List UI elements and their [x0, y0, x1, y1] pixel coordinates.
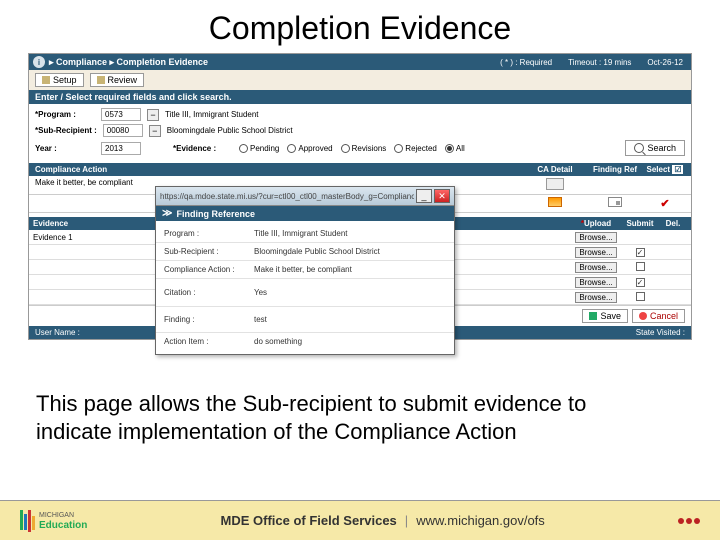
- popup-row-citation: Citation :Yes: [156, 279, 454, 307]
- finding-reference-popup: https://qa.mdoe.state.mi.us/?cur=ctl00_c…: [155, 186, 455, 355]
- breadcrumb-path: ▸ Compliance ▸ Completion Evidence: [49, 57, 496, 68]
- search-form: *Program : 0573 − Title III, Immigrant S…: [29, 104, 691, 163]
- program-label: *Program :: [35, 110, 95, 119]
- slide-caption: This page allows the Sub-recipient to su…: [36, 390, 660, 446]
- submit-checkbox[interactable]: [636, 278, 645, 287]
- close-button[interactable]: ✕: [434, 189, 450, 203]
- state-visited-label: State Visited :: [636, 328, 685, 337]
- popup-header: ≫ Finding Reference: [156, 206, 454, 221]
- radio-revisions[interactable]: Revisions: [341, 144, 387, 153]
- popup-row-program: Program :Title III, Immigrant Student: [156, 225, 454, 243]
- radio-all[interactable]: All: [445, 144, 465, 153]
- info-icon: i: [33, 56, 45, 68]
- popup-url: https://qa.mdoe.state.mi.us/?cur=ctl00_c…: [160, 192, 414, 201]
- ca-col-finding: Finding Ref: [585, 165, 645, 174]
- ca-dropdown[interactable]: [546, 178, 564, 190]
- evidence-label: *Evidence :: [173, 144, 233, 153]
- search-button[interactable]: Search: [625, 140, 685, 156]
- ca-col-detail: CA Detail: [525, 165, 585, 174]
- setup-icon: [42, 76, 50, 84]
- program-expand-button[interactable]: −: [147, 109, 159, 121]
- ev-col-submit: Submit: [621, 219, 659, 228]
- ca-col-action: Compliance Action: [35, 165, 525, 174]
- subrecipient-code-input[interactable]: 00080: [103, 124, 143, 137]
- submit-checkbox[interactable]: [636, 248, 645, 257]
- popup-row-action-item: Action Item :do something: [156, 333, 454, 350]
- radio-rejected[interactable]: Rejected: [394, 144, 437, 153]
- browse-button[interactable]: Browse...: [575, 292, 616, 303]
- ca-col-select: Select ☑: [645, 165, 685, 174]
- review-icon: [97, 76, 105, 84]
- select-check-icon[interactable]: ✔: [660, 198, 669, 210]
- ev-col-del: Del.: [659, 219, 687, 228]
- evidence-label-1: Evidence 1: [33, 233, 103, 242]
- save-icon: [589, 312, 597, 320]
- search-icon: [634, 143, 644, 153]
- cancel-icon: [639, 312, 647, 320]
- popup-row-compliance-action: Compliance Action :Make it better, be co…: [156, 261, 454, 279]
- chevron-icon: ≫: [162, 208, 172, 219]
- ev-col-name: Evidence: [33, 219, 103, 228]
- minimize-button[interactable]: _: [416, 189, 432, 203]
- breadcrumb: i ▸ Compliance ▸ Completion Evidence ( *…: [29, 54, 691, 70]
- timeout-text: Timeout : 19 mins: [564, 58, 635, 67]
- subrecipient-label: *Sub-Recipient :: [35, 126, 97, 135]
- search-header: Enter / Select required fields and click…: [29, 90, 691, 104]
- browse-button[interactable]: Browse...: [575, 277, 616, 288]
- popup-titlebar[interactable]: https://qa.mdoe.state.mi.us/?cur=ctl00_c…: [156, 187, 454, 206]
- popup-row-finding: Finding :test: [156, 307, 454, 333]
- cancel-button[interactable]: Cancel: [632, 309, 685, 323]
- required-marker: ( * ) : Required: [496, 58, 556, 67]
- review-button[interactable]: Review: [90, 73, 145, 87]
- year-label: Year :: [35, 144, 95, 153]
- submit-checkbox[interactable]: [636, 292, 645, 301]
- compliance-action-header: Compliance Action CA Detail Finding Ref …: [29, 163, 691, 176]
- popup-row-subrecipient: Sub-Recipient :Bloomingdale Public Schoo…: [156, 243, 454, 261]
- slide-footer: MICHIGANEducation MDE Office of Field Se…: [0, 500, 720, 540]
- program-code-input[interactable]: 0573: [101, 108, 141, 121]
- subrecipient-desc: Bloomingdale Public School District: [167, 126, 293, 135]
- browse-button[interactable]: Browse...: [575, 247, 616, 258]
- setup-button[interactable]: Setup: [35, 73, 84, 87]
- save-button[interactable]: Save: [582, 309, 628, 323]
- year-input[interactable]: 2013: [101, 142, 141, 155]
- evidence-radio-group: Pending Approved Revisions Rejected All: [239, 144, 465, 153]
- date-text: Oct-26-12: [643, 58, 687, 67]
- browse-button[interactable]: Browse...: [575, 262, 616, 273]
- footer-center-text: MDE Office of Field Services|www.michiga…: [103, 513, 662, 528]
- browse-button[interactable]: Browse...: [575, 232, 616, 243]
- submit-checkbox[interactable]: [636, 262, 645, 271]
- radio-pending[interactable]: Pending: [239, 144, 279, 153]
- ev-col-upload: *Upload: [571, 219, 621, 228]
- slide-title: Completion Evidence: [0, 0, 720, 53]
- subrecipient-expand-button[interactable]: −: [149, 125, 161, 137]
- ca-detail-icon[interactable]: [548, 197, 562, 207]
- finding-ref-icon[interactable]: [608, 197, 622, 207]
- cherries-logo: [678, 518, 700, 524]
- top-button-bar: Setup Review: [29, 70, 691, 90]
- radio-approved[interactable]: Approved: [287, 144, 332, 153]
- program-desc: Title III, Immigrant Student: [165, 110, 259, 119]
- michigan-education-logo: MICHIGANEducation: [20, 510, 87, 532]
